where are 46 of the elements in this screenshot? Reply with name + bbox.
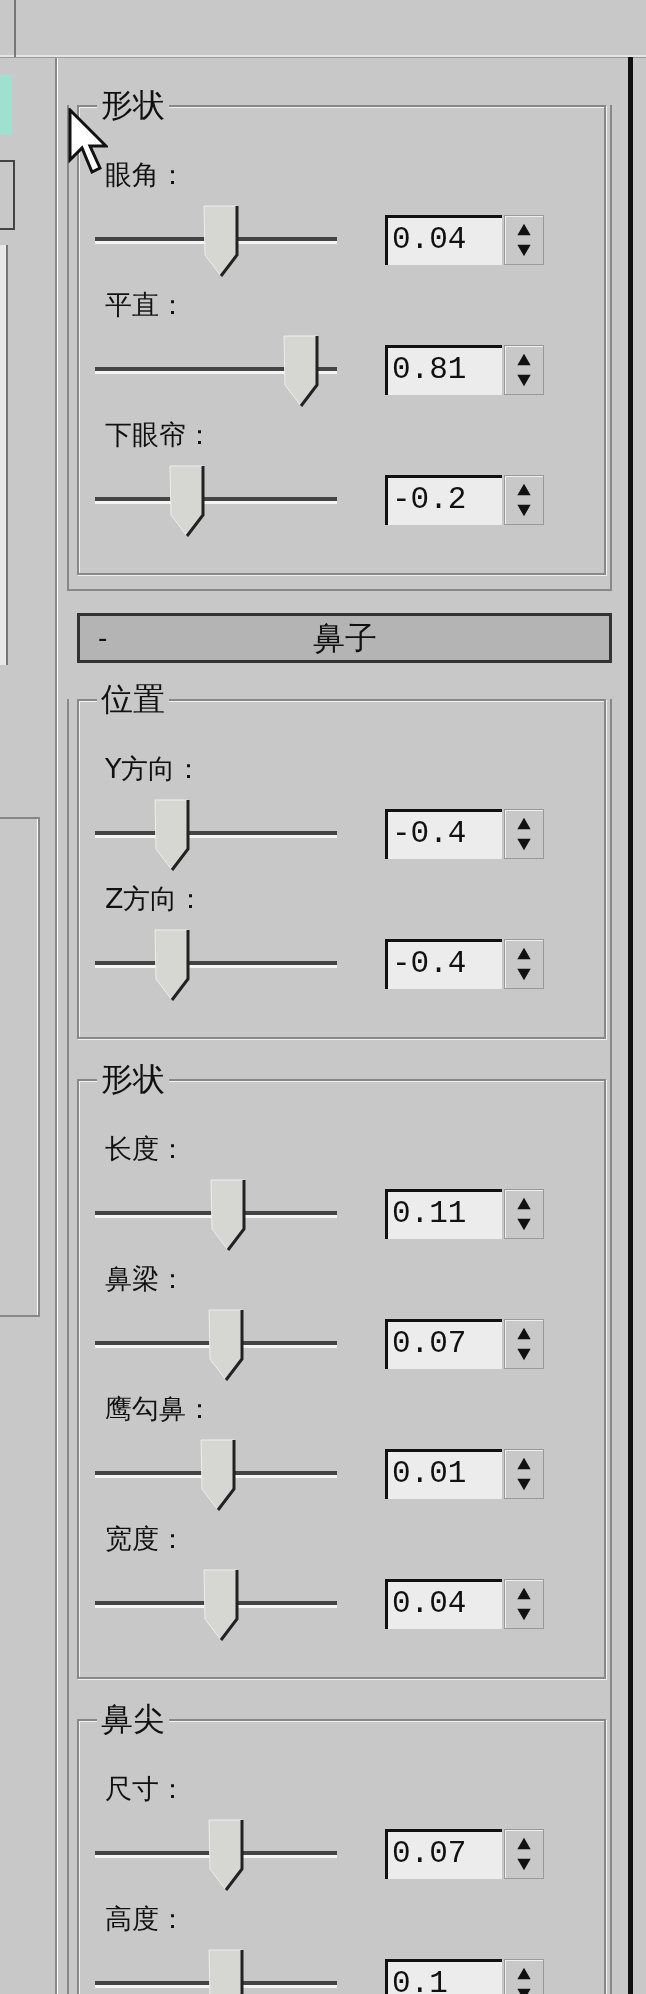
value-field[interactable]: 0.11 <box>385 1189 502 1239</box>
slider-label: 下眼帘： <box>104 418 214 452</box>
slider-thumb[interactable] <box>202 205 239 277</box>
slider-label: 长度： <box>104 1132 187 1166</box>
color-swatch <box>0 75 12 135</box>
slider-thumb[interactable] <box>168 465 205 537</box>
spinner-icon[interactable] <box>504 1449 544 1499</box>
spinner-icon[interactable] <box>504 1829 544 1879</box>
spinner-icon[interactable] <box>504 1319 544 1369</box>
spinner-icon[interactable] <box>504 1189 544 1239</box>
value-field[interactable]: 0.04 <box>385 215 502 265</box>
slider-label: 平直： <box>104 288 187 322</box>
slider-thumb[interactable] <box>154 929 191 1001</box>
slider-thumb[interactable] <box>210 1179 247 1251</box>
value-field[interactable]: 0.04 <box>385 1579 502 1629</box>
slider-label: 鼻梁： <box>104 1262 187 1296</box>
slider-label: 眼角： <box>104 158 187 192</box>
slider-label: 宽度： <box>104 1522 187 1556</box>
scrollbar[interactable] <box>628 57 633 1994</box>
slider-label: Y方向： <box>104 752 204 786</box>
value-field[interactable]: 0.81 <box>385 345 502 395</box>
slider-thumb[interactable] <box>200 1439 237 1511</box>
value-field[interactable]: 0.1 <box>385 1959 502 1994</box>
value-field[interactable]: -0.4 <box>385 809 502 859</box>
slider-thumb[interactable] <box>207 1309 244 1381</box>
spinner-icon[interactable] <box>504 1959 544 1994</box>
slider-thumb[interactable] <box>202 1569 239 1641</box>
value-field[interactable]: 0.07 <box>385 1319 502 1369</box>
spinner-icon[interactable] <box>504 1579 544 1629</box>
spinner-icon[interactable] <box>504 939 544 989</box>
value-field[interactable]: -0.4 <box>385 939 502 989</box>
rollout-header[interactable]: - 鼻子 <box>77 613 612 663</box>
spinner-icon[interactable] <box>504 215 544 265</box>
spinner-icon[interactable] <box>504 809 544 859</box>
slider-thumb[interactable] <box>207 1819 244 1891</box>
slider-label: 尺寸： <box>104 1772 187 1806</box>
slider-label: 高度： <box>104 1902 187 1936</box>
spinner-icon[interactable] <box>504 345 544 395</box>
value-field[interactable]: 0.01 <box>385 1449 502 1499</box>
spinner-icon[interactable] <box>504 475 544 525</box>
slider-label: 鹰勾鼻： <box>104 1392 214 1426</box>
slider-label: Z方向： <box>104 882 206 916</box>
slider-thumb[interactable] <box>282 335 319 407</box>
value-field[interactable]: -0.2 <box>385 475 502 525</box>
slider-thumb[interactable] <box>154 799 191 871</box>
value-field[interactable]: 0.07 <box>385 1829 502 1879</box>
